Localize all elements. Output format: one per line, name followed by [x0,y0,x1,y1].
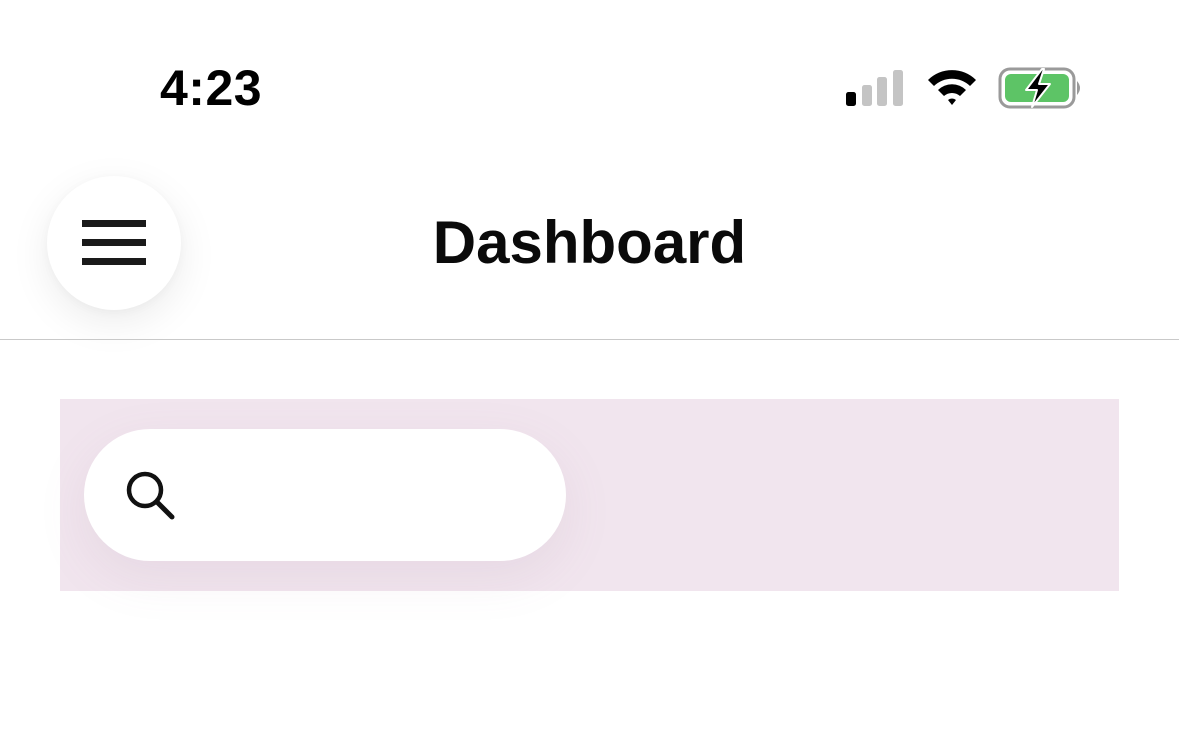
search-icon [126,471,175,520]
header-divider [0,339,1179,340]
cellular-signal-icon [846,70,903,106]
search-bar[interactable] [84,429,566,561]
wifi-icon [928,70,976,105]
page-title: Dashboard [432,209,747,276]
search-input[interactable] [194,459,538,533]
status-time: 4:23 [160,60,263,116]
battery-charging-icon [998,67,1080,109]
app-screen: 4:23 Dashboard [0,0,1179,740]
